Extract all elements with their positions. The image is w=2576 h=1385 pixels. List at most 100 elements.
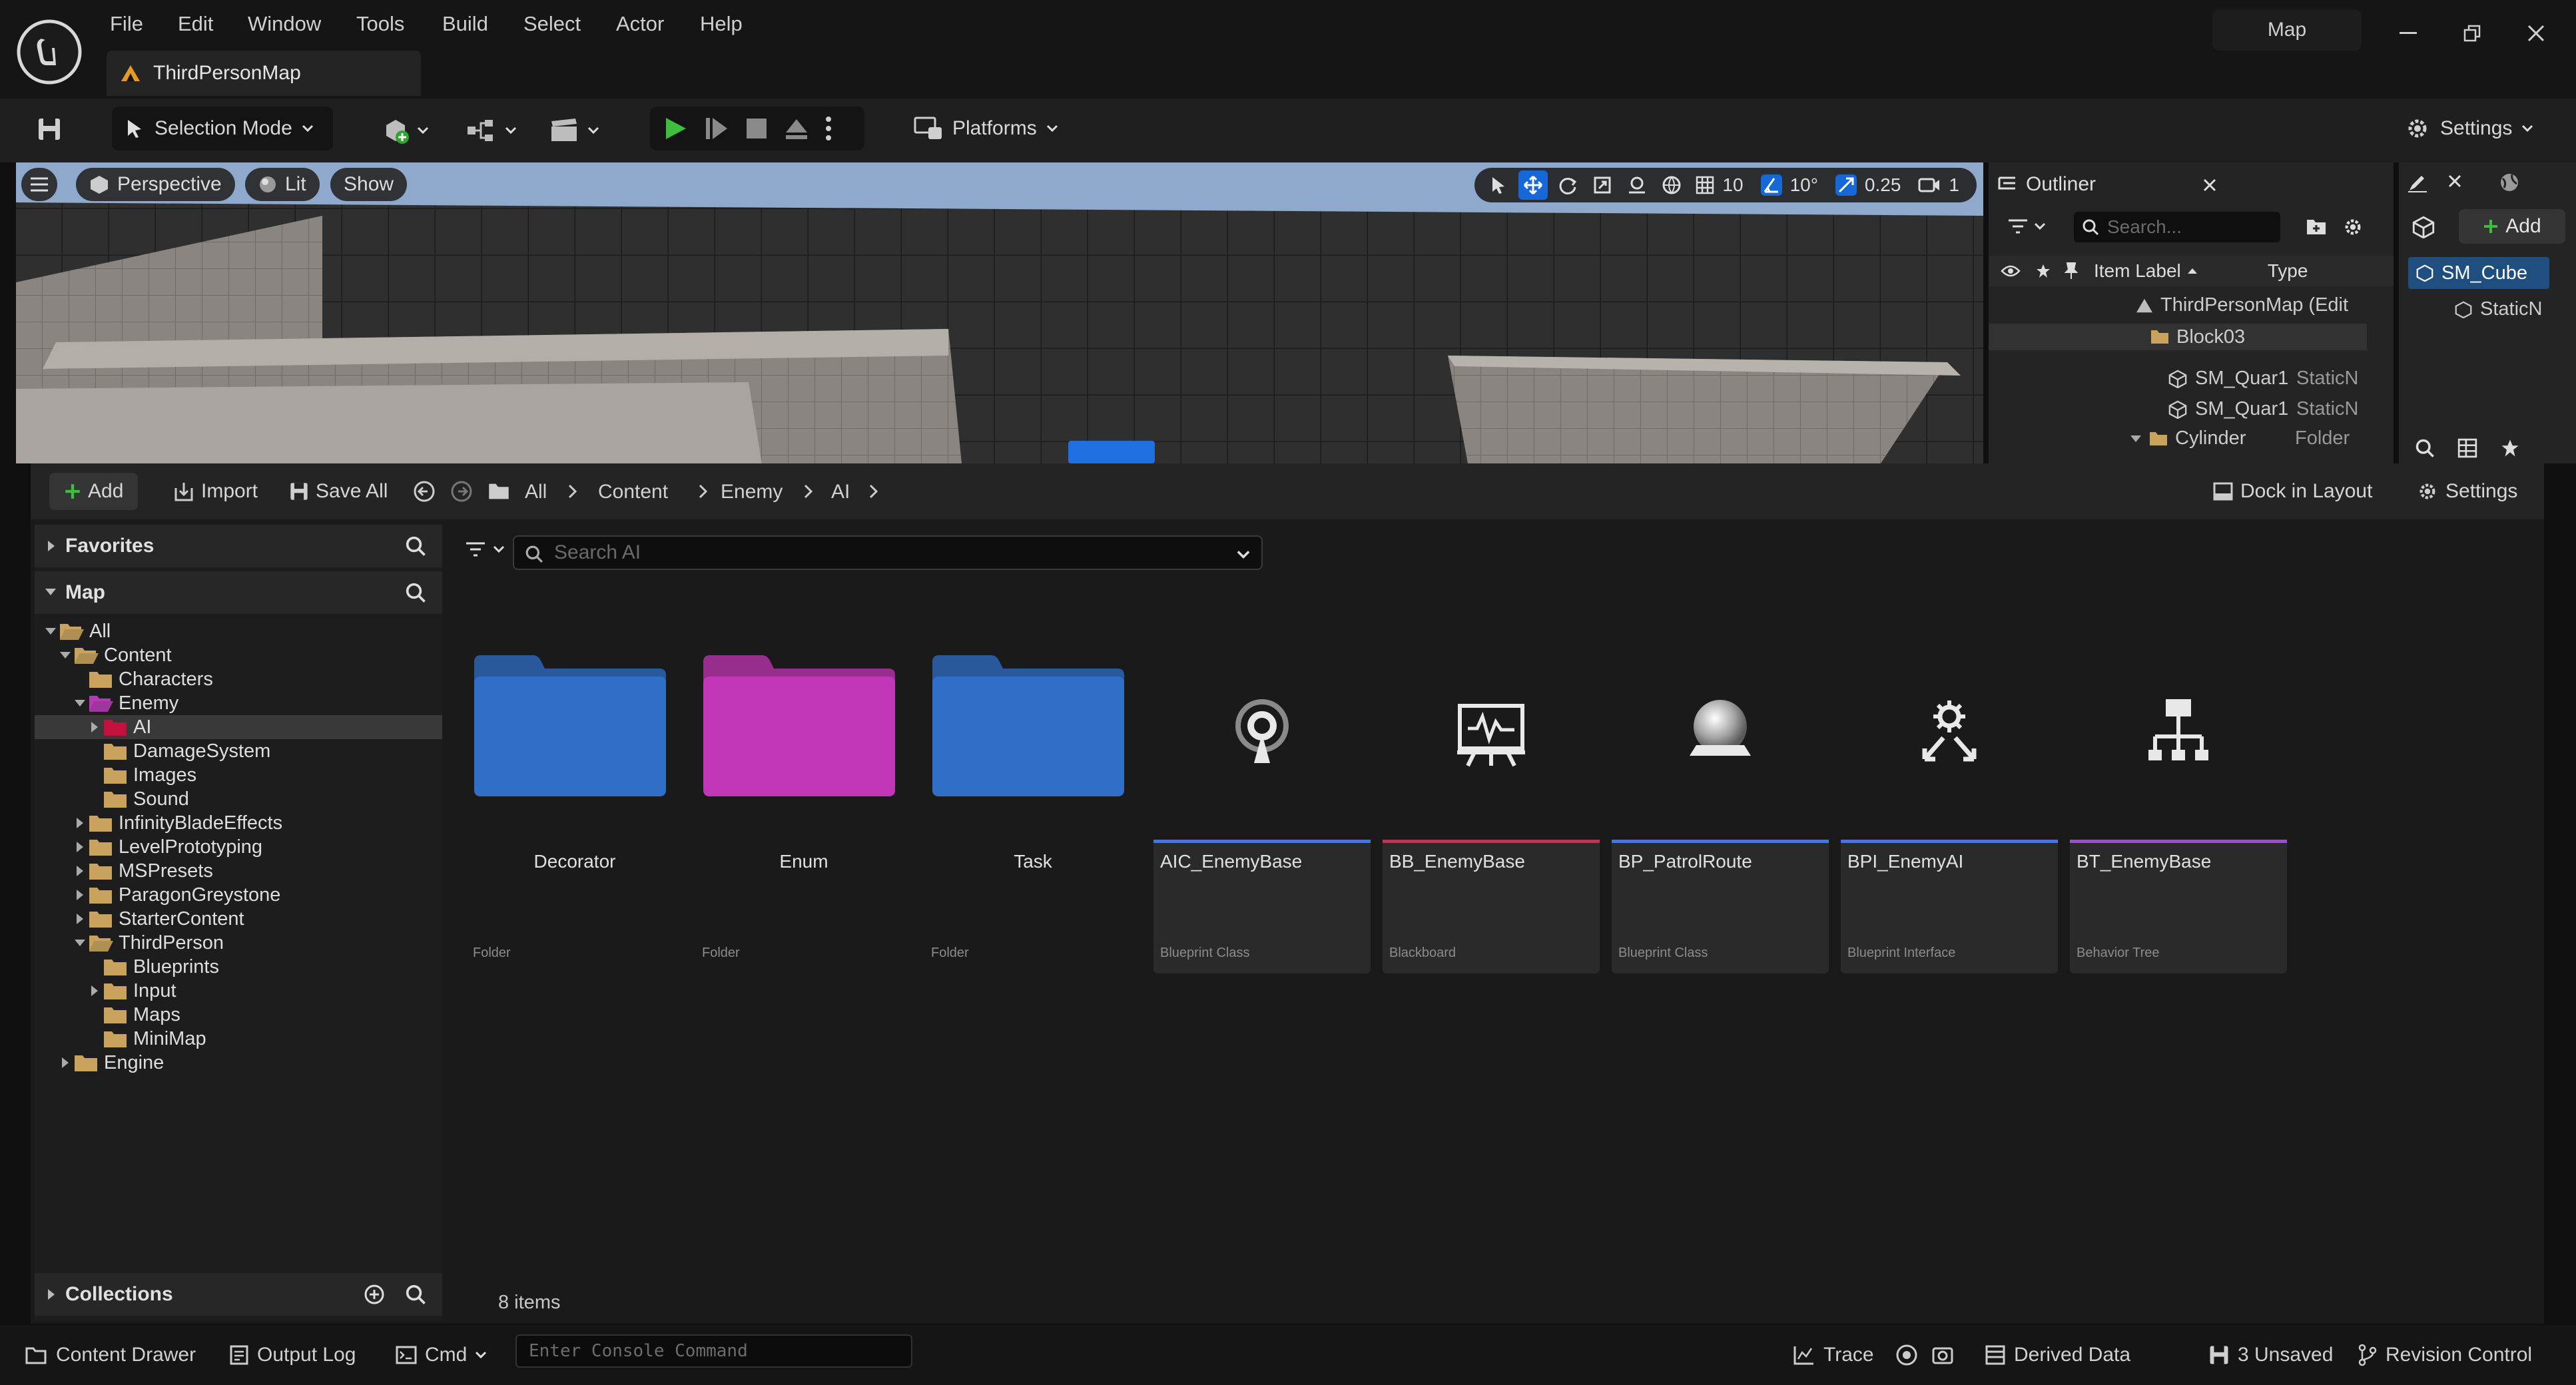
viewport-menu-button[interactable] [21, 168, 57, 201]
asset-tile[interactable]: BT_EnemyBase Behavior Tree [2070, 625, 2287, 973]
world-settings-icon[interactable] [2499, 172, 2520, 193]
tree-item[interactable]: InfinityBladeEffects [35, 811, 442, 835]
history-forward-icon[interactable] [450, 473, 473, 510]
collapsed-arrow-icon[interactable] [59, 1056, 72, 1069]
eject-icon[interactable] [783, 115, 810, 142]
outliner-tab[interactable]: Outliner [1998, 168, 2096, 201]
search-icon[interactable] [2415, 438, 2435, 458]
expanded-arrow-icon[interactable] [59, 649, 72, 662]
expanded-arrow-icon[interactable] [73, 936, 87, 950]
expanded-arrow-icon[interactable] [73, 696, 87, 710]
blueprint-button[interactable] [466, 111, 517, 150]
menu-edit[interactable]: Edit [178, 12, 213, 36]
search-icon[interactable] [405, 1284, 426, 1305]
tree-item[interactable]: Blueprints [35, 955, 442, 979]
search-icon[interactable] [405, 582, 426, 603]
collapsed-arrow-icon[interactable] [73, 840, 87, 854]
more-options-icon[interactable] [824, 115, 832, 142]
perspective-button[interactable]: Perspective [76, 168, 235, 201]
tree-item[interactable]: MiniMap [35, 1027, 442, 1051]
settings-dropdown[interactable]: Settings [2392, 107, 2549, 150]
content-drawer-button[interactable]: Content Drawer [24, 1338, 196, 1372]
tree-item[interactable]: StarterContent [35, 907, 442, 931]
show-button[interactable]: Show [330, 168, 408, 201]
derived-data-button[interactable]: Derived Data [1985, 1338, 2130, 1372]
outliner-row[interactable]: Block03 [1989, 324, 2367, 350]
translate-icon[interactable] [1518, 170, 1548, 200]
unreal-logo-icon[interactable] [16, 19, 83, 85]
tree-item[interactable]: MSPresets [35, 859, 442, 883]
component-row-selected[interactable]: SM_Cube [2408, 257, 2549, 289]
scale-snap-button[interactable]: 0.25 [1831, 170, 1909, 200]
close-window-icon[interactable] [2516, 16, 2556, 51]
folder-tile[interactable]: Decorator Folder [466, 625, 683, 973]
drawer-settings-button[interactable]: Settings [2416, 473, 2517, 510]
tree-item[interactable]: Characters [35, 667, 442, 691]
lit-button[interactable]: Lit [245, 168, 320, 201]
surface-snap-icon[interactable] [1622, 170, 1652, 200]
rotation-snap-button[interactable]: 10° [1757, 170, 1826, 200]
collapsed-arrow-icon[interactable] [73, 888, 87, 902]
component-row[interactable]: StaticN [2455, 298, 2575, 320]
tree-item[interactable]: Sound [35, 787, 442, 811]
outliner-search-input[interactable]: Search... [2074, 212, 2280, 242]
tree-item[interactable]: ThirdPerson [35, 931, 442, 955]
platforms-dropdown[interactable]: Platforms [902, 107, 1075, 150]
tree-item[interactable]: Images [35, 763, 442, 787]
unsaved-button[interactable]: 3 Unsaved [2208, 1338, 2333, 1372]
grid-snap-button[interactable]: 10 [1692, 170, 1751, 200]
menu-build[interactable]: Build [442, 12, 488, 36]
new-folder-icon[interactable] [2306, 217, 2327, 236]
tree-item[interactable]: Enemy [35, 691, 442, 715]
table-icon[interactable] [2457, 438, 2477, 458]
col-item-label[interactable]: Item Label [2094, 260, 2181, 282]
play-icon[interactable] [662, 115, 689, 142]
trace-button[interactable]: Trace [1793, 1338, 1874, 1372]
menu-tools[interactable]: Tools [356, 12, 404, 36]
folder-tile[interactable]: Enum Folder [695, 625, 912, 973]
tree-item[interactable]: LevelPrototyping [35, 835, 442, 859]
menu-file[interactable]: File [110, 12, 143, 36]
pin-icon[interactable] [2065, 262, 2078, 280]
collapsed-arrow-icon[interactable] [73, 912, 87, 926]
star-icon[interactable] [2035, 263, 2051, 279]
restore-icon[interactable] [2452, 16, 2492, 51]
collections-header[interactable]: Collections [35, 1273, 442, 1316]
save-all-button[interactable]: Save All [289, 473, 388, 510]
select-mode-icon[interactable] [1484, 170, 1513, 200]
cmd-dropdown[interactable]: Cmd [396, 1338, 487, 1372]
folder-tile[interactable]: Task Folder [924, 625, 1141, 973]
tree-item[interactable]: Input [35, 979, 442, 1003]
search-icon[interactable] [405, 535, 426, 557]
import-button[interactable]: Import [173, 473, 258, 510]
camera-speed-button[interactable]: 1 [1914, 170, 1967, 200]
collapsed-arrow-icon[interactable] [73, 816, 87, 830]
tree-item[interactable]: Content [35, 643, 442, 667]
tree-item[interactable]: AI [35, 715, 442, 739]
breadcrumb-content[interactable]: Content [598, 481, 668, 503]
outliner-row[interactable]: Cylinder Folder [2130, 427, 2350, 449]
tree-item[interactable]: DamageSystem [35, 739, 442, 763]
close-details-icon[interactable] [2448, 174, 2461, 188]
revision-control-button[interactable]: Revision Control [2358, 1338, 2532, 1372]
minimize-icon[interactable] [2388, 16, 2428, 51]
step-icon[interactable] [703, 115, 730, 142]
selection-mode-dropdown[interactable]: Selection Mode [112, 107, 333, 150]
expand-arrow-icon[interactable] [2130, 434, 2142, 443]
asset-tile[interactable]: BB_EnemyBase Blackboard [1383, 625, 1600, 973]
screenshot-icon[interactable] [1931, 1338, 1954, 1372]
menu-select[interactable]: Select [523, 12, 581, 36]
outliner-settings-icon[interactable] [2342, 216, 2364, 238]
history-back-icon[interactable] [413, 473, 436, 510]
tree-item[interactable]: ParagonGreystone [35, 883, 442, 907]
save-icon[interactable] [29, 109, 69, 149]
asset-tile[interactable]: BPI_EnemyAI Blueprint Interface [1841, 625, 2058, 973]
col-type[interactable]: Type [2268, 260, 2308, 282]
menu-window[interactable]: Window [248, 12, 321, 36]
breadcrumb-all[interactable]: All [525, 481, 547, 503]
breadcrumb-ai[interactable]: AI [831, 481, 850, 503]
add-component-button[interactable]: Add [2459, 209, 2565, 244]
scale-icon[interactable] [1588, 170, 1617, 200]
collapsed-arrow-icon[interactable] [73, 864, 87, 878]
tree-item[interactable]: Maps [35, 1003, 442, 1027]
